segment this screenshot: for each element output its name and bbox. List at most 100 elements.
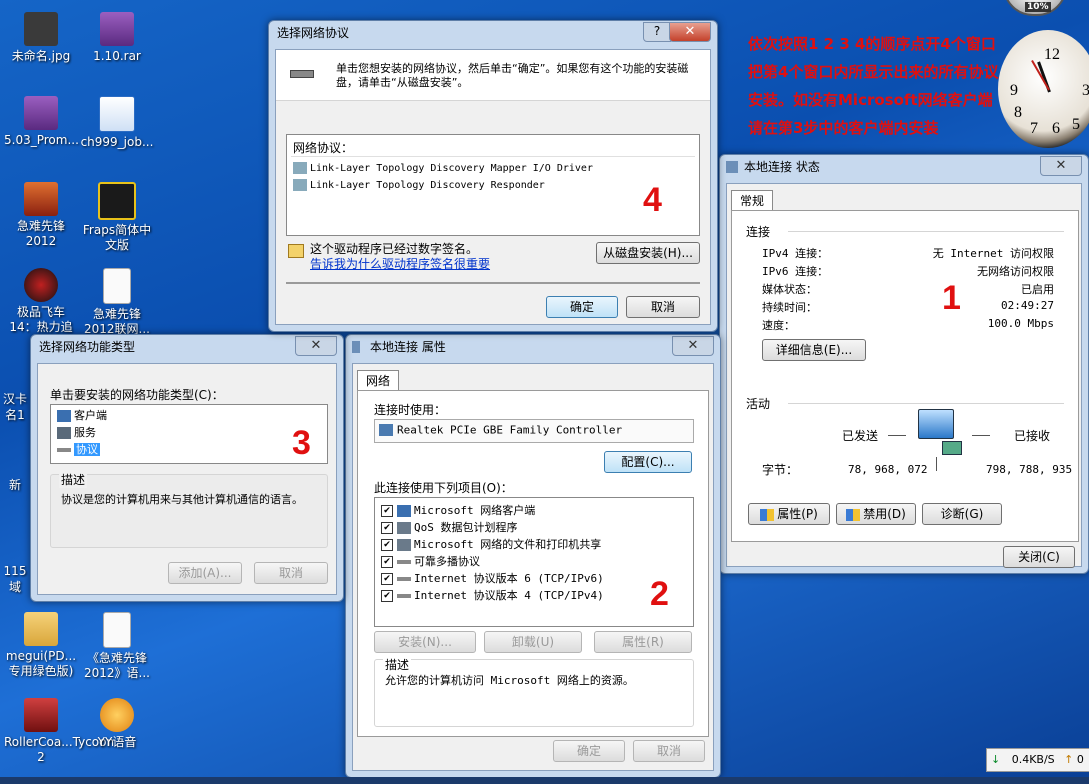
list-item-label: 服务 (74, 426, 96, 439)
disable-button[interactable]: 禁用(D) (836, 503, 916, 525)
close-dialog-button[interactable]: 关闭(C) (1003, 546, 1075, 568)
title-bar[interactable]: 选择网络功能类型 ✕ (31, 335, 343, 359)
ok-button[interactable]: 确定 (546, 296, 618, 318)
install-button[interactable]: 安装(N)... (374, 631, 476, 653)
step-marker: 3 (292, 424, 311, 462)
desktop-icon[interactable]: ch999_job... (80, 96, 154, 150)
checkbox[interactable]: ✔ (381, 539, 393, 551)
step-marker: 1 (942, 279, 961, 317)
cancel-button[interactable]: 取消 (626, 296, 700, 318)
desktop-icon[interactable]: 5.03_Prom... (4, 96, 79, 148)
desktop-icon[interactable]: 急难先锋2012联网... (80, 268, 154, 337)
cancel-button[interactable]: 取消 (254, 562, 328, 584)
signing-info-link[interactable]: 告诉我为什么驱动程序签名很重要 (310, 255, 490, 272)
close-button[interactable]: ✕ (295, 336, 337, 356)
title-bar[interactable]: 本地连接 状态 ✕ (720, 155, 1088, 179)
ok-button[interactable]: 确定 (553, 740, 625, 762)
title-bar[interactable]: 本地连接 属性 ✕ (346, 335, 720, 359)
folder-icon (24, 612, 58, 646)
checkbox[interactable]: ✔ (381, 522, 393, 534)
checkbox[interactable]: ✔ (381, 590, 393, 602)
instruction-line: 依次按照1 2 3 4的顺序点开4个窗口 (748, 35, 996, 53)
checkbox[interactable]: ✔ (381, 556, 393, 568)
diagnose-button[interactable]: 诊断(G) (922, 503, 1002, 525)
close-button[interactable]: ✕ (669, 22, 711, 42)
certificate-icon (288, 244, 304, 258)
network-speed-widget[interactable]: ↓ 0.4KB/S ↑ 0 (986, 748, 1089, 772)
list-item-selected[interactable]: 协议 (57, 441, 100, 457)
have-disk-button[interactable]: 从磁盘安装(H)... (596, 242, 700, 264)
window-title: 选择网络协议 (277, 26, 350, 40)
uninstall-button[interactable]: 卸载(U) (484, 631, 582, 653)
checkbox[interactable]: ✔ (381, 505, 393, 517)
list-item[interactable]: ✔ QoS 数据包计划程序 (381, 519, 518, 535)
list-item[interactable]: Link-Layer Topology Discovery Mapper I/O… (293, 161, 593, 174)
connection-properties-window[interactable]: 本地连接 属性 ✕ 网络 连接时使用： Realtek PCIe GBE Fam… (345, 334, 721, 778)
desktop-icon[interactable]: 《急难先锋2012》语... (80, 612, 154, 681)
general-panel: 连接 IPv4 连接： 无 Internet 访问权限 IPv6 连接： 无网络… (731, 210, 1079, 542)
title-bar[interactable]: 选择网络协议 ? ✕ (269, 21, 717, 45)
list-item[interactable]: ✔ Internet 协议版本 4 (TCP/IPv4) (381, 587, 604, 603)
list-item[interactable]: Link-Layer Topology Discovery Responder (293, 178, 545, 191)
clock-gadget[interactable]: 12 9 3 6 7 8 5 (998, 30, 1089, 148)
connect-using-label: 连接时使用： (374, 403, 447, 417)
tab-networking[interactable]: 网络 (357, 370, 400, 391)
window-body: 单击您想安装的网络协议，然后单击“确定”。如果您有这个功能的安装磁盘，请单击“从… (275, 49, 711, 325)
protocol-list[interactable]: 网络协议： Link-Layer Topology Discovery Mapp… (286, 134, 700, 236)
feature-type-list[interactable]: 客户端 服务 协议 (50, 404, 328, 464)
desktop-icon-label: 5.03_Prom... (4, 133, 79, 147)
configure-button[interactable]: 配置(C)... (604, 451, 692, 473)
components-list[interactable]: ✔ Microsoft 网络客户端 ✔ QoS 数据包计划程序 ✔ Microsoft… (374, 497, 694, 627)
close-button[interactable]: ✕ (1040, 156, 1082, 176)
desktop-icon[interactable]: YY语音 (80, 698, 154, 750)
clock-numeral: 6 (1052, 120, 1060, 137)
rar-archive-icon (24, 96, 58, 130)
add-button[interactable]: 添加(A)... (168, 562, 242, 584)
desktop-icon[interactable]: 急难先锋2012 (4, 182, 78, 249)
desktop-icon[interactable]: 1.10.rar (80, 12, 154, 64)
list-item[interactable]: ✔ Internet 协议版本 6 (TCP/IPv6) (381, 570, 604, 586)
desktop-icon-label: megui(PD...专用绿色版) (5, 649, 77, 678)
desktop-icon[interactable]: Fraps简体中文版 (80, 182, 154, 253)
list-item-label: Microsoft 网络的文件和打印机共享 (414, 538, 602, 551)
list-item[interactable]: ✔ Microsoft 网络客户端 (381, 502, 535, 518)
list-item-label: 客户端 (74, 409, 107, 422)
cpu-gauge-gadget[interactable]: 10% (1003, 0, 1067, 16)
select-feature-type-window[interactable]: 选择网络功能类型 ✕ 单击要安装的网络功能类型(C)： 客户端 服务 协议 3 … (30, 334, 344, 602)
details-button[interactable]: 详细信息(E)... (762, 339, 866, 361)
window-body: 常规 连接 IPv4 连接： 无 Internet 访问权限 IPv6 连接： … (726, 183, 1082, 568)
description-group: 描述 允许您的计算机访问 Microsoft 网络上的资源。 (374, 656, 694, 727)
clock-numeral: 12 (1044, 46, 1060, 63)
image-file-icon (24, 12, 58, 46)
clock-numeral: 8 (1014, 104, 1022, 121)
window-title: 本地连接 状态 (744, 160, 820, 174)
taskbar[interactable] (0, 777, 1089, 784)
desktop-icon[interactable]: RollerCoa...Tycoon 2 (4, 698, 114, 765)
desktop-icon-label-partial: 名1 (5, 408, 25, 422)
close-button[interactable]: ✕ (672, 336, 714, 356)
divider (788, 403, 1064, 404)
checkbox[interactable]: ✔ (381, 573, 393, 585)
net-speed-value: 0.4KB/S (1011, 753, 1055, 766)
desktop-icon[interactable]: 未命名.jpg (4, 12, 78, 64)
list-item[interactable]: 客户端 (57, 407, 107, 423)
connection-status-window[interactable]: 本地连接 状态 ✕ 常规 连接 IPv4 连接： 无 Internet 访问权限… (719, 154, 1089, 574)
word-document-icon (99, 96, 135, 132)
list-item[interactable]: ✔ Microsoft 网络的文件和打印机共享 (381, 536, 601, 552)
networking-panel: 连接时使用： Realtek PCIe GBE Family Controlle… (357, 390, 709, 737)
list-item[interactable]: ✔ 可靠多播协议 (381, 553, 480, 569)
file-icon (103, 268, 131, 304)
item-properties-button[interactable]: 属性(R) (594, 631, 692, 653)
help-button[interactable]: ? (643, 22, 671, 42)
desktop-icon[interactable]: megui(PD...专用绿色版) (4, 612, 78, 679)
properties-button[interactable]: 属性(P) (748, 503, 830, 525)
service-icon (397, 539, 411, 551)
description-text: 允许您的计算机访问 Microsoft 网络上的资源。 (385, 674, 634, 687)
list-item-label: QoS 数据包计划程序 (414, 521, 518, 534)
list-item[interactable]: 服务 (57, 424, 96, 440)
select-protocol-window[interactable]: 选择网络协议 ? ✕ 单击您想安装的网络协议，然后单击“确定”。如果您有这个功能… (268, 20, 718, 332)
network-adapter-icon (726, 161, 738, 173)
cancel-button[interactable]: 取消 (633, 740, 705, 762)
window-body: 网络 连接时使用： Realtek PCIe GBE Family Contro… (352, 363, 714, 771)
tab-general[interactable]: 常规 (731, 190, 774, 211)
